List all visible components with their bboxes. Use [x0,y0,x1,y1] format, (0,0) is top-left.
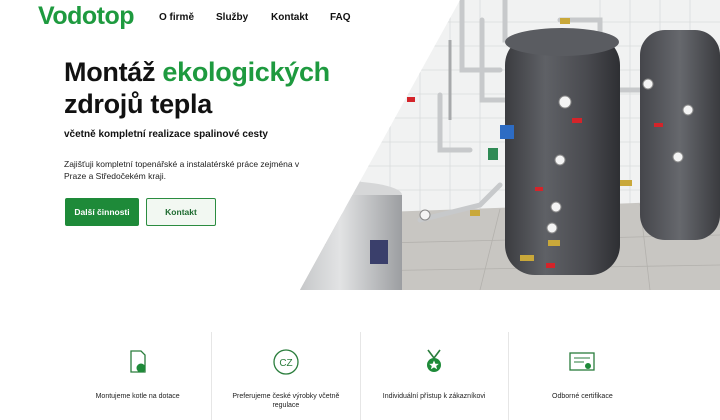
feature-subsidy: Montujeme kotle na dotace [64,332,213,420]
certificate-icon [569,352,596,371]
hero-title-part1: Montáž [64,57,163,87]
contact-button[interactable]: Kontakt [146,198,216,226]
svg-text:CZ: CZ [279,358,292,369]
feature-individual: Individuální přístup k zákazníkovi [361,332,509,420]
hero-title-part2: zdrojů tepla [64,89,212,119]
nav-sluzby[interactable]: Služby [216,12,248,23]
document-icon [129,350,146,373]
feature-certifications: Odborné certifikace [509,332,656,420]
cz-badge-icon: CZ [273,349,299,375]
medal-icon [427,349,442,372]
features-row: Montujeme kotle na dotace CZ Preferujeme… [64,332,656,420]
hero-description: Zajišťuji kompletní topenářské a instala… [64,159,300,181]
feature-label: Preferujeme české výrobky včetně regulac… [232,393,340,409]
hero-image [300,0,720,290]
hero-title: Montáž ekologických zdrojů tepla [64,56,384,120]
feature-czech-products: CZ Preferujeme české výrobky včetně regu… [212,332,361,420]
nav-kontakt[interactable]: Kontakt [271,12,308,23]
hero-subtitle: včetně kompletní realizace spalinové ces… [64,129,268,140]
logo[interactable]: Vodotop [38,2,135,31]
more-services-button[interactable]: Další činnosti [65,198,139,226]
feature-label: Individuální přístup k zákazníkovi [382,393,486,400]
feature-label: Montujeme kotle na dotace [95,393,180,400]
feature-label: Odborné certifikace [552,393,613,400]
nav-o-firme[interactable]: O firmě [159,12,194,23]
site-header: Vodotop O firmě Služby Kontakt FAQ [0,0,720,40]
nav-faq[interactable]: FAQ [330,12,351,23]
hero-title-accent: ekologických [162,57,330,87]
